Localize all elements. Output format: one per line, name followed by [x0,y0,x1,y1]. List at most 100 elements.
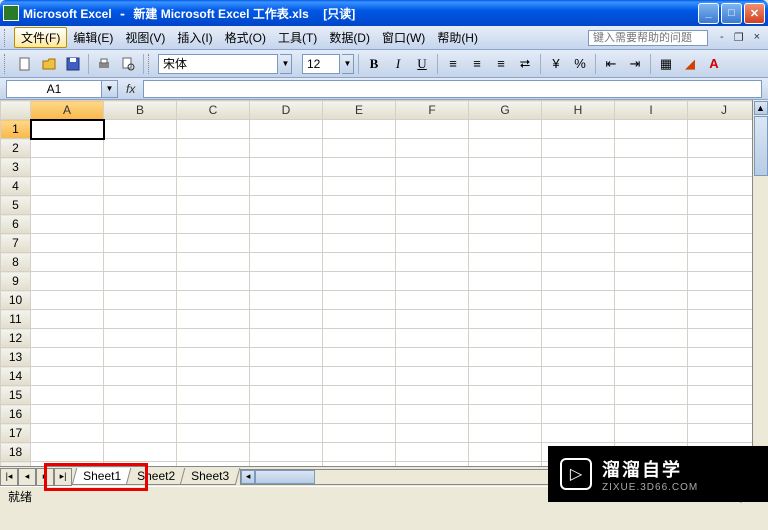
help-question-input[interactable] [588,30,708,46]
column-header-D[interactable]: D [250,101,323,120]
cell-G18[interactable] [469,443,542,462]
cell-H16[interactable] [542,405,615,424]
cell-D10[interactable] [250,291,323,310]
sheet-nav-last-icon[interactable]: ▸| [54,468,72,486]
cell-G8[interactable] [469,253,542,272]
cell-B8[interactable] [104,253,177,272]
cell-D13[interactable] [250,348,323,367]
cell-B11[interactable] [104,310,177,329]
cell-F12[interactable] [396,329,469,348]
cell-I5[interactable] [615,196,688,215]
row-header-2[interactable]: 2 [1,139,31,158]
cell-H10[interactable] [542,291,615,310]
cell-F14[interactable] [396,367,469,386]
cell-I6[interactable] [615,215,688,234]
cell-D6[interactable] [250,215,323,234]
cell-J7[interactable] [688,234,761,253]
cell-G6[interactable] [469,215,542,234]
font-size-selector[interactable]: 12 [302,54,340,74]
cell-F3[interactable] [396,158,469,177]
cell-I17[interactable] [615,424,688,443]
align-center-icon[interactable]: ≡ [466,53,488,75]
open-folder-icon[interactable] [38,53,60,75]
cell-I4[interactable] [615,177,688,196]
cell-E15[interactable] [323,386,396,405]
sheet-nav-first-icon[interactable]: |◂ [0,468,18,486]
row-header-10[interactable]: 10 [1,291,31,310]
cell-H11[interactable] [542,310,615,329]
cell-C1[interactable] [177,120,250,139]
doc-close-button[interactable]: × [750,31,764,44]
cell-J1[interactable] [688,120,761,139]
cell-F15[interactable] [396,386,469,405]
cell-F6[interactable] [396,215,469,234]
toolbar-handle[interactable] [4,54,10,74]
cell-I16[interactable] [615,405,688,424]
minimize-button[interactable]: _ [698,3,719,24]
doc-minimize-button[interactable]: - [716,31,728,44]
cell-C7[interactable] [177,234,250,253]
row-header-4[interactable]: 4 [1,177,31,196]
cell-J16[interactable] [688,405,761,424]
cell-C13[interactable] [177,348,250,367]
cell-G2[interactable] [469,139,542,158]
name-box[interactable]: A1 [6,80,102,98]
cell-G10[interactable] [469,291,542,310]
cell-H4[interactable] [542,177,615,196]
font-color-icon[interactable]: A [703,53,725,75]
cell-H9[interactable] [542,272,615,291]
cell-B5[interactable] [104,196,177,215]
cell-B7[interactable] [104,234,177,253]
sheet-nav-prev-icon[interactable]: ◂ [18,468,36,486]
cell-A1[interactable] [31,120,104,139]
menu-edit[interactable]: 编辑(E) [67,27,119,48]
cell-I10[interactable] [615,291,688,310]
toolbar-handle[interactable] [148,54,154,74]
cell-H5[interactable] [542,196,615,215]
column-header-H[interactable]: H [542,101,615,120]
currency-icon[interactable]: ¥ [545,53,567,75]
cell-A3[interactable] [31,158,104,177]
cell-E12[interactable] [323,329,396,348]
cell-C14[interactable] [177,367,250,386]
cell-I15[interactable] [615,386,688,405]
cell-I3[interactable] [615,158,688,177]
cell-J3[interactable] [688,158,761,177]
cell-B10[interactable] [104,291,177,310]
cell-G9[interactable] [469,272,542,291]
cell-F10[interactable] [396,291,469,310]
cell-I1[interactable] [615,120,688,139]
cell-D2[interactable] [250,139,323,158]
cell-C8[interactable] [177,253,250,272]
cell-D9[interactable] [250,272,323,291]
scroll-left-icon[interactable]: ◂ [241,470,255,484]
cell-J12[interactable] [688,329,761,348]
cell-I12[interactable] [615,329,688,348]
font-name-dropdown-icon[interactable]: ▼ [280,54,292,74]
cell-H2[interactable] [542,139,615,158]
row-header-5[interactable]: 5 [1,196,31,215]
cell-D16[interactable] [250,405,323,424]
cell-A4[interactable] [31,177,104,196]
cell-E1[interactable] [323,120,396,139]
cell-D8[interactable] [250,253,323,272]
fill-color-icon[interactable]: ◢ [679,53,701,75]
row-header-15[interactable]: 15 [1,386,31,405]
cell-D1[interactable] [250,120,323,139]
column-header-A[interactable]: A [31,101,104,120]
cell-B12[interactable] [104,329,177,348]
cell-G5[interactable] [469,196,542,215]
cell-G4[interactable] [469,177,542,196]
cell-E18[interactable] [323,443,396,462]
column-header-B[interactable]: B [104,101,177,120]
cell-C2[interactable] [177,139,250,158]
scroll-thumb[interactable] [754,116,768,176]
cell-E17[interactable] [323,424,396,443]
cell-J2[interactable] [688,139,761,158]
cell-J13[interactable] [688,348,761,367]
cell-D17[interactable] [250,424,323,443]
cell-E13[interactable] [323,348,396,367]
cell-D3[interactable] [250,158,323,177]
cell-B4[interactable] [104,177,177,196]
row-header-7[interactable]: 7 [1,234,31,253]
